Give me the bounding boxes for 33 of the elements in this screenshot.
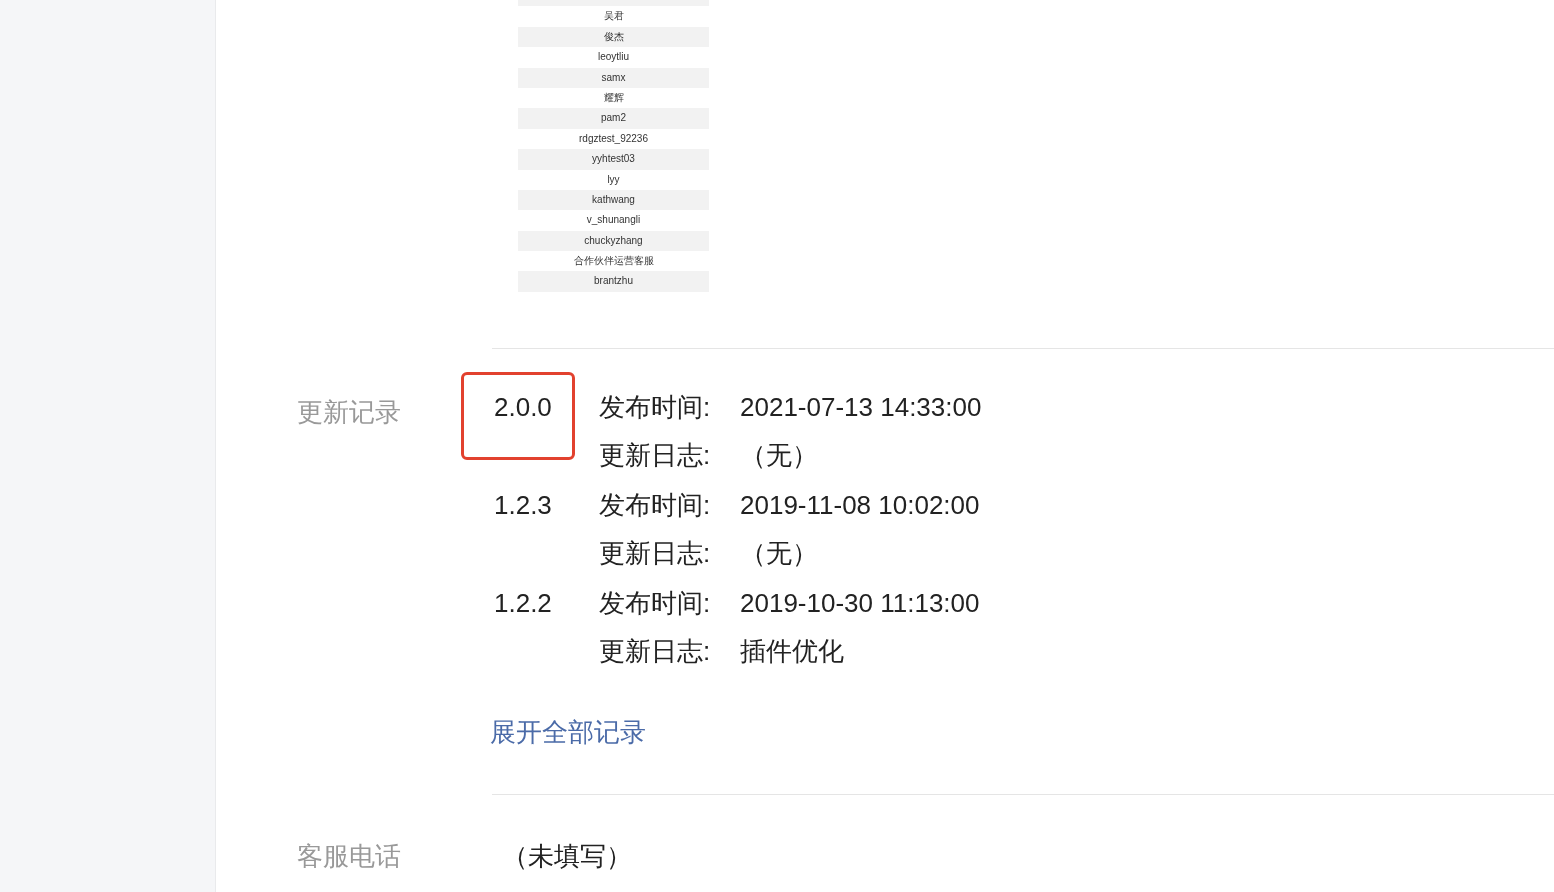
member-name: lyy <box>606 172 621 187</box>
member-name: rdgztest_92236 <box>578 131 649 146</box>
phone-value: （未填写） <box>502 840 632 871</box>
member-name: chuckyzhang <box>518 230 709 252</box>
expand-all-link[interactable]: 展开全部记录 <box>490 714 646 750</box>
member-name: v_shunangli <box>585 213 642 228</box>
member-name: kathwang <box>518 189 709 211</box>
version-number: 2.0.0 <box>461 371 575 460</box>
field-label: 更新日志: <box>599 439 711 470</box>
release-time: 2019-11-08 10:02:00 <box>740 489 980 520</box>
member-name: pam2 <box>518 108 709 129</box>
section-label: 客服电话 <box>297 840 401 871</box>
field-label: 发布时间: <box>599 391 711 422</box>
version-number: 1.2.2 <box>493 586 553 620</box>
update-log: （无） <box>740 537 818 568</box>
member-name: 合作伙伴运营客服 <box>572 254 655 269</box>
section-label: 更新记录 <box>297 396 401 427</box>
member-name: 耀辉 <box>602 90 625 105</box>
member-name: leoytliu <box>596 50 631 65</box>
field-label: 更新日志: <box>599 537 711 568</box>
field-label: 发布时间: <box>599 587 711 618</box>
field-label: 更新日志: <box>599 635 711 666</box>
update-log: （无） <box>740 439 818 470</box>
member-name: yyhtest03 <box>518 149 709 170</box>
update-log: 插件优化 <box>740 635 844 666</box>
version-number: 1.2.3 <box>493 488 553 522</box>
release-time: 2019-10-30 11:13:00 <box>740 587 980 618</box>
member-name: 俊杰 <box>518 26 709 48</box>
member-name: brantzhu <box>518 271 709 292</box>
member-name: samx <box>518 67 709 88</box>
member-name: 吴君 <box>602 9 625 24</box>
field-label: 发布时间: <box>599 489 711 520</box>
release-time: 2021-07-13 14:33:00 <box>740 391 982 422</box>
